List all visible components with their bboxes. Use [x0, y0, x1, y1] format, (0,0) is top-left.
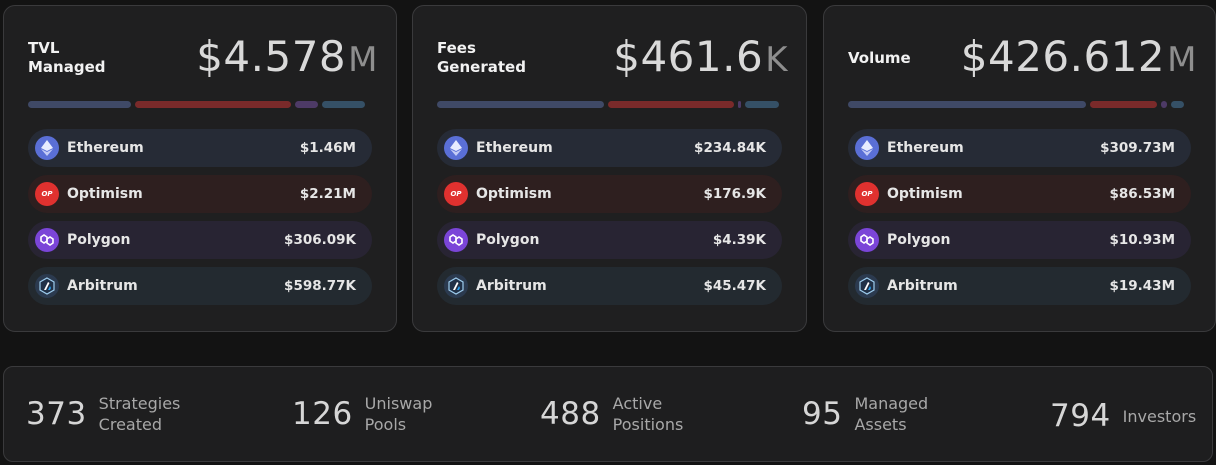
chain-name: Polygon — [67, 232, 131, 248]
polygon-icon — [855, 228, 879, 252]
bar-segment-arbitrum — [745, 101, 779, 108]
chain-value: $2.21M — [299, 186, 356, 202]
polygon-icon — [444, 228, 468, 252]
bar-segment-arbitrum — [1171, 101, 1185, 108]
chain-row-ethereum[interactable]: Ethereum $234.84K — [437, 129, 782, 167]
stat-uniswap-pools: 126 Uniswap Pools — [292, 393, 432, 435]
chain-value: $176.9K — [703, 186, 766, 202]
bar-segment-polygon — [738, 101, 742, 108]
arbitrum-icon — [855, 274, 879, 298]
arbitrum-icon — [444, 274, 468, 298]
card-total-value: $461.6 — [613, 32, 764, 81]
card-title: TVL Managed — [28, 39, 106, 76]
chain-value: $306.09K — [284, 232, 356, 248]
chain-value: $45.47K — [703, 278, 766, 294]
chain-value: $86.53M — [1109, 186, 1175, 202]
chain-name: Ethereum — [67, 140, 144, 156]
bar-segment-arbitrum — [322, 101, 366, 108]
stat-label: Uniswap Pools — [364, 394, 433, 434]
bar-segment-optimism — [1090, 101, 1157, 108]
stat-label: Strategies Created — [98, 394, 181, 434]
optimism-icon-text: OP — [450, 190, 462, 198]
stat-value: 488 — [540, 396, 601, 432]
stats-bar: 373 Strategies Created 126 Uniswap Pools… — [3, 366, 1213, 462]
chain-row-polygon[interactable]: Polygon $10.93M — [848, 221, 1191, 259]
stat-active-positions: 488 Active Positions — [540, 393, 683, 435]
card-total-value: $4.578 — [196, 32, 347, 81]
card-total: $4.578M — [196, 32, 378, 81]
card-total-unit: M — [1167, 40, 1197, 80]
chain-value: $598.77K — [284, 278, 356, 294]
stat-label: Managed Assets — [854, 394, 929, 434]
card-total: $426.612M — [961, 32, 1197, 81]
chain-row-optimism[interactable]: OP Optimism $176.9K — [437, 175, 782, 213]
bar-segment-optimism — [134, 101, 291, 108]
stat-value: 126 — [292, 396, 353, 432]
chain-row-optimism[interactable]: OP Optimism $86.53M — [848, 175, 1191, 213]
card-total: $461.6K — [613, 32, 788, 81]
chain-row-ethereum[interactable]: Ethereum $1.46M — [28, 129, 372, 167]
chain-value: $1.46M — [299, 140, 356, 156]
chain-name: Optimism — [67, 186, 143, 202]
optimism-icon-text: OP — [41, 190, 53, 198]
chain-row-optimism[interactable]: OP Optimism $2.21M — [28, 175, 372, 213]
stat-value: 95 — [802, 396, 843, 432]
bar-segment-polygon — [294, 101, 319, 108]
card-total-unit: K — [765, 40, 788, 80]
bar-segment-ethereum — [848, 101, 1087, 108]
stat-strategies-created: 373 Strategies Created — [26, 393, 180, 435]
chain-row-ethereum[interactable]: Ethereum $309.73M — [848, 129, 1191, 167]
chain-value: $234.84K — [694, 140, 766, 156]
arbitrum-icon — [35, 274, 59, 298]
bar-segment-ethereum — [28, 101, 131, 108]
optimism-icon: OP — [855, 182, 879, 206]
chain-value: $19.43M — [1109, 278, 1175, 294]
bar-segment-optimism — [607, 101, 735, 108]
volume-card: Volume $426.612M Ethereum $309.73M OP Op… — [823, 5, 1216, 332]
ethereum-icon — [35, 136, 59, 160]
card-total-value: $426.612 — [960, 32, 1166, 81]
stat-investors: 794 Investors — [1050, 398, 1196, 434]
polygon-icon — [35, 228, 59, 252]
stat-label: Active Positions — [612, 394, 684, 434]
stat-managed-assets: 95 Managed Assets — [802, 393, 928, 435]
chain-name: Arbitrum — [887, 278, 958, 294]
chain-name: Arbitrum — [67, 278, 138, 294]
optimism-icon: OP — [35, 182, 59, 206]
chain-value: $10.93M — [1109, 232, 1175, 248]
distribution-bar — [28, 101, 372, 108]
chain-name: Arbitrum — [476, 278, 547, 294]
chain-name: Optimism — [476, 186, 552, 202]
card-title: Fees Generated — [437, 39, 526, 76]
chain-row-arbitrum[interactable]: Arbitrum $598.77K — [28, 267, 372, 305]
optimism-icon: OP — [444, 182, 468, 206]
ethereum-icon — [855, 136, 879, 160]
chain-name: Optimism — [887, 186, 963, 202]
chain-row-arbitrum[interactable]: Arbitrum $45.47K — [437, 267, 782, 305]
ethereum-icon — [444, 136, 468, 160]
stat-label: Investors — [1122, 406, 1197, 426]
chain-value: $4.39K — [712, 232, 766, 248]
bar-segment-polygon — [1160, 101, 1168, 108]
card-total-unit: M — [348, 40, 378, 80]
stat-value: 373 — [26, 396, 87, 432]
optimism-icon-text: OP — [861, 190, 873, 198]
tvl-managed-card: TVL Managed $4.578M Ethereum $1.46M OP O… — [3, 5, 397, 332]
distribution-bar — [437, 101, 782, 108]
chain-name: Ethereum — [476, 140, 553, 156]
chain-value: $309.73M — [1100, 140, 1175, 156]
chain-name: Polygon — [887, 232, 951, 248]
card-title: Volume — [848, 49, 911, 67]
chain-name: Polygon — [476, 232, 540, 248]
chain-row-polygon[interactable]: Polygon $306.09K — [28, 221, 372, 259]
stat-value: 794 — [1050, 398, 1111, 434]
chain-row-arbitrum[interactable]: Arbitrum $19.43M — [848, 267, 1191, 305]
chain-row-polygon[interactable]: Polygon $4.39K — [437, 221, 782, 259]
chain-name: Ethereum — [887, 140, 964, 156]
distribution-bar — [848, 101, 1191, 108]
bar-segment-ethereum — [437, 101, 604, 108]
fees-generated-card: Fees Generated $461.6K Ethereum $234.84K… — [412, 5, 807, 332]
